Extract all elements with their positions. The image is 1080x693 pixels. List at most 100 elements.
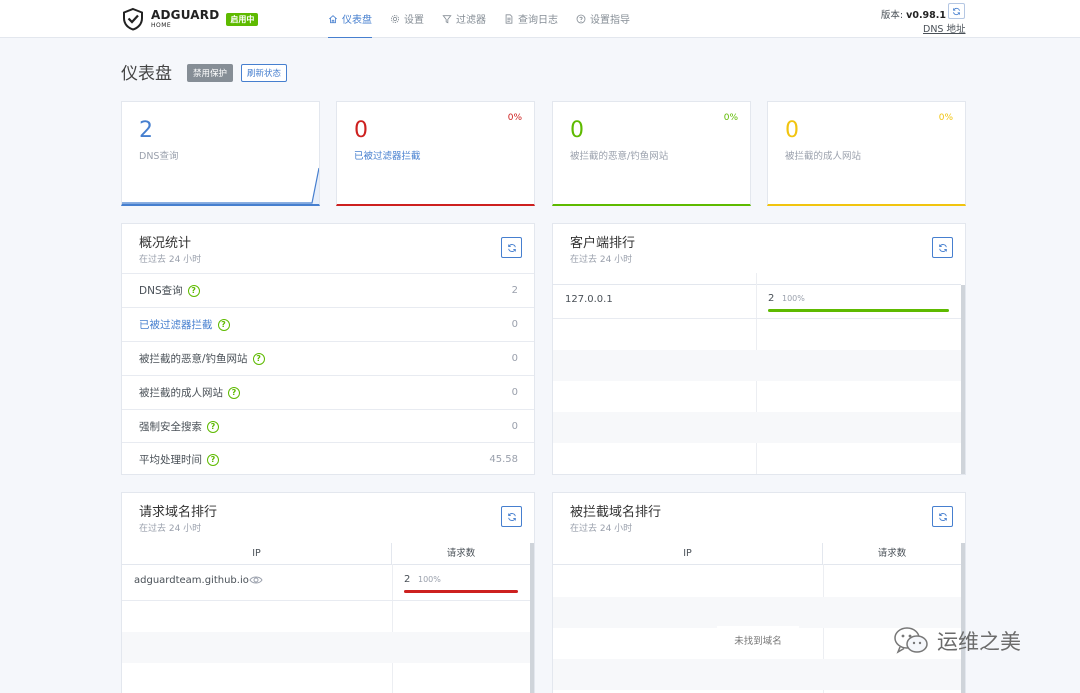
card-title: 被拦截域名排行 bbox=[570, 505, 662, 520]
stat-row: 平均处理时间? 45.58 bbox=[122, 442, 534, 476]
queried-domains-table[interactable]: IP 请求数 adguardteam.github.io 2 100% bbox=[122, 542, 534, 693]
row-value: 45.58 bbox=[489, 454, 518, 465]
row-label: 被拦截的恶意/钓鱼网站 bbox=[139, 353, 248, 365]
help-icon[interactable]: ? bbox=[252, 352, 265, 365]
dns-address-link[interactable]: DNS 地址 bbox=[923, 21, 965, 35]
page-title: 仪表盘 bbox=[121, 64, 172, 84]
help-icon[interactable]: ? bbox=[207, 420, 219, 433]
refresh-icon bbox=[953, 7, 960, 15]
top-queried-domains-card: 请求域名排行 在过去 24 小时 IP 请求数 adguardteam.gith… bbox=[121, 492, 535, 693]
top-header: ADGUARD HOME 启用中 仪表盘 设置 过滤器 查询日志 设置指导 版本… bbox=[0, 0, 1080, 38]
clients-table[interactable]: IP 请求数 127.0.0.1 2 100% bbox=[553, 273, 965, 474]
help-icon[interactable]: ? bbox=[187, 284, 200, 297]
nav-query-log-label: 查询日志 bbox=[518, 15, 558, 26]
help-icon[interactable]: ? bbox=[207, 453, 219, 466]
refresh-button[interactable] bbox=[932, 237, 953, 258]
refresh-icon bbox=[507, 243, 516, 252]
nav-setup-guide-label: 设置指导 bbox=[590, 15, 630, 26]
top-clients-card: 客户端排行 在过去 24 小时 IP 请求数 127.0.0.1 2 100% bbox=[552, 223, 966, 475]
logo-sub: HOME bbox=[151, 22, 172, 29]
refresh-status-button[interactable]: 刷新状态 bbox=[241, 64, 288, 82]
scrollbar[interactable] bbox=[961, 285, 965, 474]
nav-filters[interactable]: 过滤器 bbox=[442, 0, 486, 38]
row-label[interactable]: 已被过滤器拦截 bbox=[139, 317, 213, 332]
version-info: 版本: v0.98.1 bbox=[881, 7, 946, 21]
watermark: 运维之美 bbox=[893, 625, 1021, 657]
help-circle-icon bbox=[576, 14, 586, 23]
nav-dashboard[interactable]: 仪表盘 bbox=[328, 0, 372, 38]
usage-bar bbox=[404, 590, 518, 593]
row-value: 0 bbox=[511, 421, 518, 432]
help-icon[interactable]: ? bbox=[217, 318, 230, 331]
watermark-text: 运维之美 bbox=[937, 630, 1021, 654]
version-label: 版本: bbox=[880, 10, 907, 21]
stat-value: 0 bbox=[354, 118, 368, 143]
stat-label: 被拦截的恶意/钓鱼网站 bbox=[570, 151, 669, 162]
column-header-ip[interactable]: IP bbox=[122, 543, 392, 565]
column-header-ip[interactable]: IP bbox=[553, 273, 756, 281]
main-nav: 仪表盘 设置 过滤器 查询日志 设置指导 bbox=[328, 0, 648, 38]
stat-row: 强制安全搜索? 0 bbox=[122, 409, 534, 443]
document-icon bbox=[505, 13, 513, 24]
request-percent: 100% bbox=[418, 575, 441, 584]
filter-icon bbox=[442, 14, 452, 23]
client-ip: 127.0.0.1 bbox=[565, 294, 613, 305]
usage-bar-fill bbox=[768, 309, 949, 312]
column-header-ip[interactable]: IP bbox=[553, 543, 823, 565]
refresh-button[interactable] bbox=[501, 506, 522, 527]
stat-row: 已被过滤器拦截? 0 bbox=[122, 307, 534, 341]
check-update-button[interactable] bbox=[948, 3, 965, 19]
nav-query-log[interactable]: 查询日志 bbox=[504, 0, 558, 38]
help-icon[interactable]: ? bbox=[228, 386, 240, 399]
row-value: 0 bbox=[511, 387, 518, 398]
stat-label[interactable]: 已被过滤器拦截 bbox=[354, 148, 421, 162]
stat-percent: 0% bbox=[507, 113, 522, 123]
sparkline bbox=[122, 167, 319, 204]
nav-settings[interactable]: 设置 bbox=[390, 0, 424, 38]
row-value: 0 bbox=[511, 353, 518, 364]
card-title: 请求域名排行 bbox=[139, 505, 218, 520]
row-label: 被拦截的成人网站 bbox=[139, 387, 223, 399]
home-icon bbox=[328, 14, 338, 23]
column-header-requests[interactable]: 请求数 bbox=[392, 543, 530, 565]
nav-dashboard-label: 仪表盘 bbox=[342, 15, 372, 26]
column-header-requests[interactable]: 请求数 bbox=[823, 543, 961, 565]
row-label: 强制安全搜索 bbox=[139, 421, 202, 433]
usage-bar bbox=[768, 309, 949, 312]
row-label: 平均处理时间 bbox=[139, 454, 202, 466]
refresh-button[interactable] bbox=[932, 506, 953, 527]
overview-card: 概况统计 在过去 24 小时 DNS查询? 2 已被过滤器拦截? 0 被拦截的恶… bbox=[121, 223, 535, 475]
stat-label: 被拦截的成人网站 bbox=[785, 151, 862, 162]
stat-card-malware: 0 被拦截的恶意/钓鱼网站 0% bbox=[552, 101, 751, 206]
top-blocked-domains-card: 被拦截域名排行 在过去 24 小时 IP 请求数 未找到域名 bbox=[552, 492, 966, 693]
version-value: v0.98.1 bbox=[906, 10, 946, 21]
request-count: 2 bbox=[768, 293, 775, 304]
scrollbar[interactable] bbox=[530, 543, 534, 693]
card-subtitle: 在过去 24 小时 bbox=[570, 255, 633, 265]
column-header-requests[interactable]: 请求数 bbox=[757, 273, 961, 281]
gear-icon bbox=[390, 14, 400, 23]
scrollbar[interactable] bbox=[961, 543, 965, 693]
nav-settings-label: 设置 bbox=[404, 15, 424, 26]
refresh-button[interactable] bbox=[501, 237, 522, 258]
stat-percent: 0% bbox=[938, 113, 953, 123]
nav-setup-guide[interactable]: 设置指导 bbox=[576, 0, 630, 38]
stat-row: 被拦截的成人网站? 0 bbox=[122, 375, 534, 409]
domain-name: adguardteam.github.io bbox=[134, 575, 249, 586]
stat-card-filtered: 0 已被过滤器拦截 0% bbox=[336, 101, 535, 206]
refresh-icon bbox=[938, 512, 947, 521]
shield-check-icon bbox=[123, 7, 143, 31]
stat-row: DNS查询? 2 bbox=[122, 273, 534, 307]
eye-icon[interactable] bbox=[249, 575, 263, 585]
card-title: 客户端排行 bbox=[570, 236, 636, 251]
card-subtitle: 在过去 24 小时 bbox=[570, 524, 633, 534]
disable-protection-button[interactable]: 禁用保护 bbox=[187, 64, 234, 82]
stat-card-adult: 0 被拦截的成人网站 0% bbox=[767, 101, 966, 206]
request-count: 2 bbox=[404, 574, 411, 585]
card-subtitle: 在过去 24 小时 bbox=[139, 524, 202, 534]
stat-value: 2 bbox=[139, 118, 153, 143]
blocked-domains-table[interactable]: IP 请求数 未找到域名 bbox=[553, 542, 965, 693]
stat-value: 0 bbox=[785, 118, 799, 143]
logo[interactable]: ADGUARD HOME 启用中 bbox=[121, 7, 259, 31]
card-title: 概况统计 bbox=[139, 236, 192, 251]
